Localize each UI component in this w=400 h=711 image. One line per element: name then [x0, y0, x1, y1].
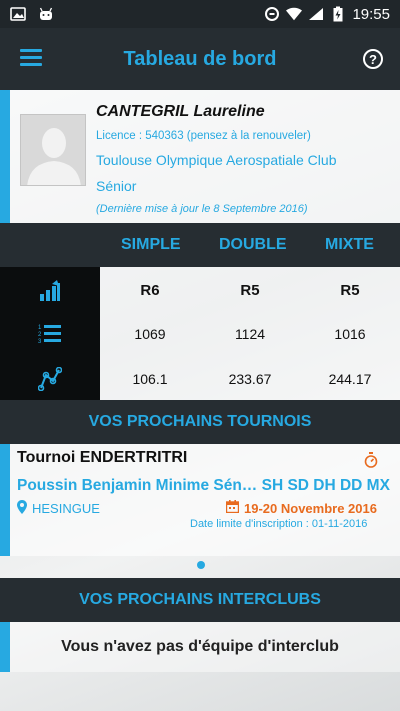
points-graph-icon: [37, 366, 63, 392]
rankings-header: SIMPLE DOUBLE MIXTE: [0, 223, 400, 267]
location-label: HESINGUE: [32, 501, 100, 516]
no-interclub-message: Vous n'avez pas d'équipe d'interclub: [61, 638, 339, 655]
avatar: [20, 114, 86, 186]
rank-simple: R6: [140, 282, 160, 299]
points-mixte: 244.17: [328, 371, 372, 387]
interclub-card: Vous n'avez pas d'équipe d'interclub: [0, 622, 400, 672]
accent-stripe: [0, 90, 10, 223]
default-avatar-icon: [21, 115, 85, 185]
tournament-card[interactable]: Tournoi ENDERTRITRI Poussin Benjamin Min…: [0, 444, 400, 556]
accent-stripe: [0, 444, 10, 556]
tournament-location: HESINGUE: [17, 500, 100, 517]
calendar-icon: [225, 500, 240, 516]
tournament-categories: Poussin Benjamin Minime Sén… SH SD DH DD…: [17, 477, 390, 494]
tab-double[interactable]: DOUBLE: [219, 236, 287, 254]
ranked-list-icon: 123: [38, 322, 62, 346]
player-name: CANTEGRIL Laureline: [96, 103, 265, 120]
club-name: Toulouse Olympique Aerospatiale Club: [96, 152, 337, 168]
rank-double: R5: [240, 282, 260, 299]
status-bar: 19:55: [0, 0, 400, 28]
points-simple: 106.1: [132, 371, 168, 387]
app-bar: Tableau de bord ?: [0, 28, 400, 90]
interclubs-section-header: VOS PROCHAINS INTERCLUBS: [0, 578, 400, 622]
profile-card[interactable]: CANTEGRIL Laureline Licence : 540363 (pe…: [0, 90, 400, 223]
rankings-grid: R6 R5 R5 1069 1124 1016 106.1 233.67 244…: [100, 267, 400, 400]
battery-charging-icon: [330, 6, 346, 22]
tab-mixte[interactable]: MIXTE: [325, 236, 374, 254]
progression-chart-icon: [38, 279, 62, 303]
svg-text:1: 1: [38, 325, 42, 331]
licence-number: Licence : 540363 (pensez à la renouveler…: [96, 130, 311, 142]
wifi-icon: [286, 7, 303, 21]
registration-deadline: Date limite d'inscription : 01-11-2016: [190, 518, 368, 530]
player-category: Sénior: [96, 178, 137, 194]
tournaments-section-header: VOS PROCHAINS TOURNOIS: [0, 400, 400, 444]
svg-text:3: 3: [38, 339, 42, 345]
position-double: 1124: [234, 326, 266, 342]
hamburger-menu-icon[interactable]: [20, 49, 42, 67]
android-icon: [38, 7, 54, 21]
location-pin-icon: [17, 500, 27, 517]
carousel-page-indicator[interactable]: [197, 561, 205, 569]
position-mixte: 1016: [334, 326, 366, 342]
rankings-icon-column: 123: [0, 267, 100, 400]
page-title: Tableau de bord: [123, 47, 277, 70]
position-simple: 1069: [134, 326, 166, 342]
stopwatch-icon: [364, 452, 378, 468]
rank-mixte: R5: [340, 282, 360, 299]
status-time: 19:55: [352, 5, 390, 23]
svg-text:2: 2: [38, 332, 42, 338]
tournament-dates: 19-20 Novembre 2016: [225, 500, 377, 516]
points-double: 233.67: [228, 371, 272, 387]
signal-icon: [308, 7, 324, 21]
help-circle-icon[interactable]: ?: [363, 49, 383, 69]
image-icon: [10, 7, 26, 21]
last-update: (Dernière mise à jour le 8 Septembre 201…: [96, 203, 308, 215]
data-saver-icon: [264, 7, 280, 21]
dates-label: 19-20 Novembre 2016: [244, 500, 377, 516]
tab-simple[interactable]: SIMPLE: [121, 236, 181, 254]
tournament-name: Tournoi ENDERTRITRI: [17, 449, 188, 466]
